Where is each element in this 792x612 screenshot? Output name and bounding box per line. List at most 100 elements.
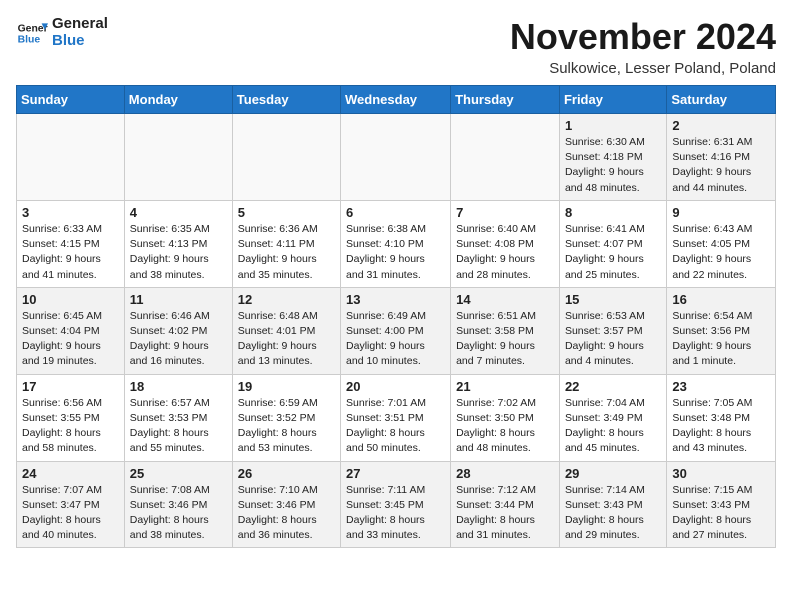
day-cell: 5 Sunrise: 6:36 AM Sunset: 4:11 PM Daylig… — [232, 200, 340, 287]
day-number: 11 — [130, 292, 227, 307]
day-number: 14 — [456, 292, 554, 307]
day-info: Sunrise: 6:30 AM Sunset: 4:18 PM Dayligh… — [565, 135, 661, 196]
day-info: Sunrise: 6:49 AM Sunset: 4:00 PM Dayligh… — [346, 309, 445, 370]
day-cell: 2 Sunrise: 6:31 AM Sunset: 4:16 PM Daylig… — [667, 114, 776, 201]
col-header-wednesday: Wednesday — [341, 86, 451, 114]
col-header-sunday: Sunday — [17, 86, 125, 114]
day-cell — [341, 114, 451, 201]
day-cell: 23 Sunrise: 7:05 AM Sunset: 3:48 PM Dayli… — [667, 374, 776, 461]
day-info: Sunrise: 6:53 AM Sunset: 3:57 PM Dayligh… — [565, 309, 661, 370]
day-cell: 22 Sunrise: 7:04 AM Sunset: 3:49 PM Dayli… — [559, 374, 666, 461]
week-row-5: 24 Sunrise: 7:07 AM Sunset: 3:47 PM Dayli… — [17, 461, 776, 548]
day-info: Sunrise: 6:41 AM Sunset: 4:07 PM Dayligh… — [565, 222, 661, 283]
day-cell: 30 Sunrise: 7:15 AM Sunset: 3:43 PM Dayli… — [667, 461, 776, 548]
day-cell: 26Sunrise: 7:10 AM Sunset: 3:46 PM Dayli… — [232, 461, 340, 548]
col-header-thursday: Thursday — [451, 86, 560, 114]
location-title: Sulkowice, Lesser Poland, Poland — [510, 60, 776, 77]
month-title: November 2024 — [510, 16, 776, 58]
day-cell — [451, 114, 560, 201]
col-header-monday: Monday — [124, 86, 232, 114]
col-header-tuesday: Tuesday — [232, 86, 340, 114]
week-row-2: 3Sunrise: 6:33 AM Sunset: 4:15 PM Daylig… — [17, 200, 776, 287]
week-row-4: 17 Sunrise: 6:56 AM Sunset: 3:55 PM Dayli… — [17, 374, 776, 461]
day-number: 18 — [130, 379, 227, 394]
day-info: Sunrise: 7:11 AM Sunset: 3:45 PM Dayligh… — [346, 483, 445, 544]
day-cell: 24 Sunrise: 7:07 AM Sunset: 3:47 PM Dayli… — [17, 461, 125, 548]
day-cell: 12Sunrise: 6:48 AM Sunset: 4:01 PM Dayli… — [232, 287, 340, 374]
col-header-saturday: Saturday — [667, 86, 776, 114]
day-info: Sunrise: 6:56 AM Sunset: 3:55 PM Dayligh… — [22, 396, 119, 457]
day-info: Sunrise: 7:15 AM Sunset: 3:43 PM Dayligh… — [672, 483, 770, 544]
day-number: 5 — [238, 205, 335, 220]
day-number: 15 — [565, 292, 661, 307]
day-cell: 17 Sunrise: 6:56 AM Sunset: 3:55 PM Dayli… — [17, 374, 125, 461]
day-number: 3 — [22, 205, 119, 220]
title-block: November 2024 Sulkowice, Lesser Poland, … — [510, 16, 776, 77]
day-info: Sunrise: 6:36 AM Sunset: 4:11 PM Dayligh… — [238, 222, 335, 283]
day-cell: 11Sunrise: 6:46 AM Sunset: 4:02 PM Dayli… — [124, 287, 232, 374]
day-cell: 10Sunrise: 6:45 AM Sunset: 4:04 PM Dayli… — [17, 287, 125, 374]
day-info: Sunrise: 7:12 AM Sunset: 3:44 PM Dayligh… — [456, 483, 554, 544]
day-cell: 15 Sunrise: 6:53 AM Sunset: 3:57 PM Dayli… — [559, 287, 666, 374]
day-cell: 7Sunrise: 6:40 AM Sunset: 4:08 PM Daylig… — [451, 200, 560, 287]
logo-line2: Blue — [52, 33, 108, 50]
day-info: Sunrise: 6:31 AM Sunset: 4:16 PM Dayligh… — [672, 135, 770, 196]
day-info: Sunrise: 7:14 AM Sunset: 3:43 PM Dayligh… — [565, 483, 661, 544]
day-number: 30 — [672, 466, 770, 481]
day-number: 19 — [238, 379, 335, 394]
header-row: SundayMondayTuesdayWednesdayThursdayFrid… — [17, 86, 776, 114]
day-cell: 29 Sunrise: 7:14 AM Sunset: 3:43 PM Dayli… — [559, 461, 666, 548]
day-cell: 16 Sunrise: 6:54 AM Sunset: 3:56 PM Dayli… — [667, 287, 776, 374]
day-info: Sunrise: 7:07 AM Sunset: 3:47 PM Dayligh… — [22, 483, 119, 544]
day-info: Sunrise: 6:35 AM Sunset: 4:13 PM Dayligh… — [130, 222, 227, 283]
day-number: 27 — [346, 466, 445, 481]
day-info: Sunrise: 6:38 AM Sunset: 4:10 PM Dayligh… — [346, 222, 445, 283]
day-cell: 6Sunrise: 6:38 AM Sunset: 4:10 PM Daylig… — [341, 200, 451, 287]
day-number: 21 — [456, 379, 554, 394]
day-number: 28 — [456, 466, 554, 481]
day-number: 29 — [565, 466, 661, 481]
day-info: Sunrise: 6:57 AM Sunset: 3:53 PM Dayligh… — [130, 396, 227, 457]
day-number: 7 — [456, 205, 554, 220]
day-cell: 21 Sunrise: 7:02 AM Sunset: 3:50 PM Dayli… — [451, 374, 560, 461]
day-cell: 27 Sunrise: 7:11 AM Sunset: 3:45 PM Dayli… — [341, 461, 451, 548]
logo-line1: General — [52, 16, 108, 33]
day-info: Sunrise: 6:59 AM Sunset: 3:52 PM Dayligh… — [238, 396, 335, 457]
day-cell: 14 Sunrise: 6:51 AM Sunset: 3:58 PM Dayli… — [451, 287, 560, 374]
day-info: Sunrise: 7:08 AM Sunset: 3:46 PM Dayligh… — [130, 483, 227, 544]
day-info: Sunrise: 7:10 AM Sunset: 3:46 PM Dayligh… — [238, 483, 335, 544]
week-row-3: 10Sunrise: 6:45 AM Sunset: 4:04 PM Dayli… — [17, 287, 776, 374]
day-info: Sunrise: 7:02 AM Sunset: 3:50 PM Dayligh… — [456, 396, 554, 457]
day-info: Sunrise: 6:54 AM Sunset: 3:56 PM Dayligh… — [672, 309, 770, 370]
calendar-table: SundayMondayTuesdayWednesdayThursdayFrid… — [16, 85, 776, 548]
day-number: 2 — [672, 118, 770, 133]
day-cell: 8 Sunrise: 6:41 AM Sunset: 4:07 PM Daylig… — [559, 200, 666, 287]
logo: General Blue General Blue — [16, 16, 108, 49]
day-cell: 19 Sunrise: 6:59 AM Sunset: 3:52 PM Dayli… — [232, 374, 340, 461]
day-info: Sunrise: 7:01 AM Sunset: 3:51 PM Dayligh… — [346, 396, 445, 457]
day-cell: 1 Sunrise: 6:30 AM Sunset: 4:18 PM Daylig… — [559, 114, 666, 201]
day-number: 8 — [565, 205, 661, 220]
day-number: 25 — [130, 466, 227, 481]
day-cell: 20 Sunrise: 7:01 AM Sunset: 3:51 PM Dayli… — [341, 374, 451, 461]
week-row-1: 1 Sunrise: 6:30 AM Sunset: 4:18 PM Daylig… — [17, 114, 776, 201]
day-cell — [124, 114, 232, 201]
day-cell: 25 Sunrise: 7:08 AM Sunset: 3:46 PM Dayli… — [124, 461, 232, 548]
day-info: Sunrise: 6:51 AM Sunset: 3:58 PM Dayligh… — [456, 309, 554, 370]
day-info: Sunrise: 6:48 AM Sunset: 4:01 PM Dayligh… — [238, 309, 335, 370]
day-info: Sunrise: 7:05 AM Sunset: 3:48 PM Dayligh… — [672, 396, 770, 457]
day-number: 17 — [22, 379, 119, 394]
day-number: 22 — [565, 379, 661, 394]
day-info: Sunrise: 7:04 AM Sunset: 3:49 PM Dayligh… — [565, 396, 661, 457]
day-number: 16 — [672, 292, 770, 307]
day-cell: 18 Sunrise: 6:57 AM Sunset: 3:53 PM Dayli… — [124, 374, 232, 461]
day-info: Sunrise: 6:43 AM Sunset: 4:05 PM Dayligh… — [672, 222, 770, 283]
day-number: 20 — [346, 379, 445, 394]
day-number: 23 — [672, 379, 770, 394]
day-cell: 9 Sunrise: 6:43 AM Sunset: 4:05 PM Daylig… — [667, 200, 776, 287]
day-number: 1 — [565, 118, 661, 133]
logo-icon: General Blue — [16, 17, 48, 49]
day-cell: 4Sunrise: 6:35 AM Sunset: 4:13 PM Daylig… — [124, 200, 232, 287]
day-number: 24 — [22, 466, 119, 481]
day-number: 9 — [672, 205, 770, 220]
